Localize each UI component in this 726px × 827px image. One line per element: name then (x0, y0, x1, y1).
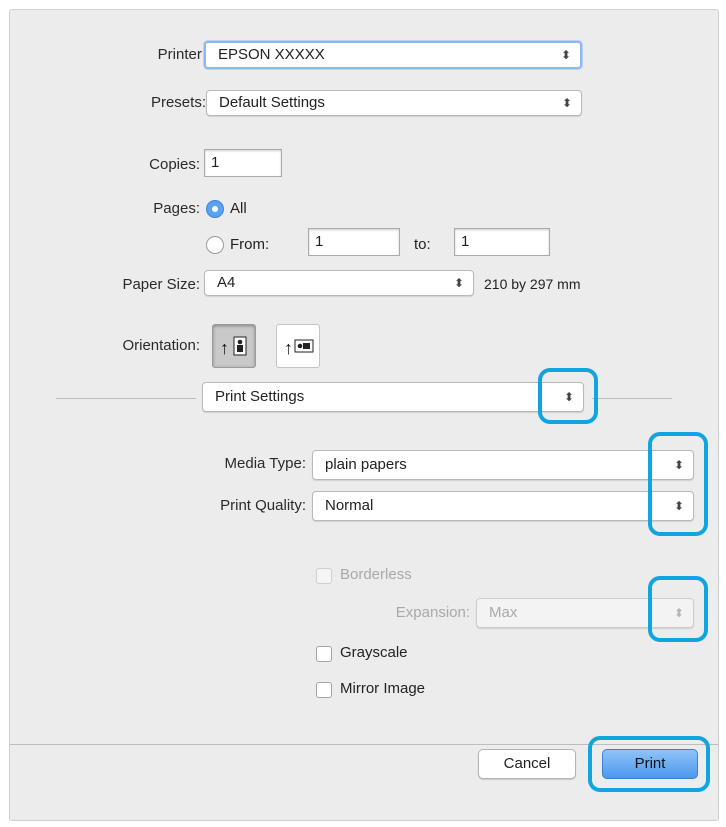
media-type-label: Media Type: (224, 455, 306, 472)
pages-from-radio[interactable] (206, 236, 224, 254)
expansion-label: Expansion: (395, 604, 470, 621)
landscape-icon: ↑ (284, 338, 314, 358)
borderless-label: Borderless (340, 566, 412, 583)
popup-arrows-icon: ⬍ (453, 276, 464, 290)
pages-all-label: All (230, 200, 247, 217)
separator-right (592, 398, 672, 399)
orientation-label: Orientation: (122, 337, 200, 354)
paper-size-label: Paper Size: (122, 276, 200, 293)
grayscale-label: Grayscale (340, 644, 408, 661)
landscape-orientation-button[interactable]: ↑ (276, 324, 320, 368)
pages-to-label: to: (414, 236, 431, 253)
presets-label: Presets: (150, 94, 206, 111)
pages-label: Pages: (153, 200, 200, 217)
popup-arrows-icon: ⬍ (560, 48, 571, 62)
copies-field[interactable]: 1 (204, 149, 282, 177)
media-type-value: plain papers (325, 456, 407, 473)
printer-value: EPSON XXXXX (218, 46, 325, 63)
pages-all-radio[interactable] (206, 200, 224, 218)
mirror-image-label: Mirror Image (340, 680, 426, 697)
expansion-value: Max (489, 604, 518, 621)
cancel-button[interactable]: Cancel (478, 749, 576, 779)
expansion-highlight (648, 576, 708, 642)
section-popup[interactable]: Print Settings ⬍ (202, 382, 584, 412)
separator-left (56, 398, 196, 399)
print-quality-value: Normal (325, 497, 374, 514)
paper-dimensions: 210 by 297 mm (484, 276, 581, 292)
section-value: Print Settings (215, 388, 305, 405)
print-dialog: Printer: EPSON XXXXX ⬍ Presets: Default … (9, 9, 719, 821)
borderless-checkbox[interactable] (316, 568, 332, 584)
portrait-icon: ↑ (220, 336, 247, 358)
section-popup-highlight (538, 368, 598, 424)
mirror-image-checkbox[interactable] (316, 682, 332, 698)
media-type-popup[interactable]: plain papers ⬍ (312, 450, 694, 480)
popup-arrows-icon: ⬍ (561, 96, 572, 110)
media-quality-highlight (648, 432, 708, 536)
pages-from-field[interactable]: 1 (308, 228, 400, 256)
svg-text:↑: ↑ (284, 338, 293, 358)
presets-value: Default Settings (219, 94, 325, 111)
paper-size-popup[interactable]: A4 ⬍ (204, 270, 474, 296)
printer-label: Printer: (157, 46, 206, 63)
portrait-orientation-button[interactable]: ↑ (212, 324, 256, 368)
printer-popup[interactable]: EPSON XXXXX ⬍ (204, 41, 582, 69)
svg-text:↑: ↑ (220, 338, 229, 358)
grayscale-checkbox[interactable] (316, 646, 332, 662)
pages-to-field[interactable]: 1 (454, 228, 550, 256)
paper-size-value: A4 (217, 274, 236, 291)
print-button-highlight (588, 736, 710, 792)
copies-label: Copies: (149, 156, 200, 173)
pages-from-label: From: (230, 236, 270, 253)
presets-popup[interactable]: Default Settings ⬍ (206, 90, 582, 116)
print-quality-popup[interactable]: Normal ⬍ (312, 491, 694, 521)
print-quality-label: Print Quality: (220, 497, 306, 514)
